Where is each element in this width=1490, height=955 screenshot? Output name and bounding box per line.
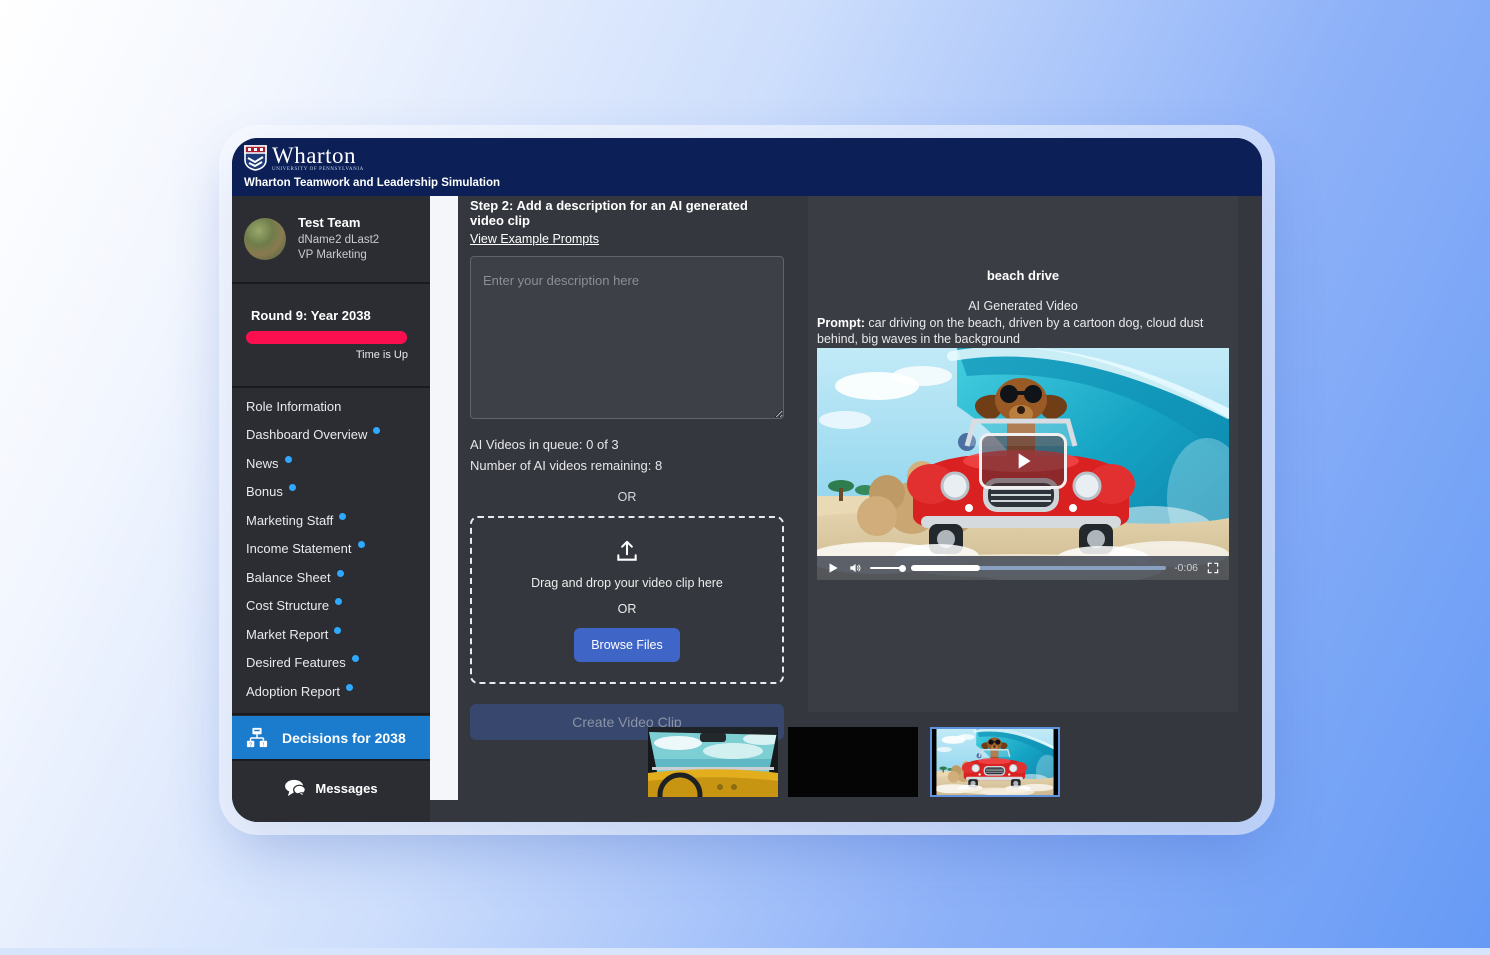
main-content: Step 2: Add a description for an AI gene… <box>458 196 1262 822</box>
video-player[interactable]: -0:06 <box>817 348 1229 580</box>
sidebar-item-bonus[interactable]: Bonus <box>232 478 430 507</box>
remaining-status: Number of AI videos remaining: 8 <box>470 458 784 473</box>
volume-icon[interactable] <box>848 561 862 575</box>
logo-wordmark: Wharton <box>272 145 364 167</box>
sidebar-item-cost-structure[interactable]: Cost Structure <box>232 592 430 621</box>
decisions-icon: ? ! <box>246 727 268 749</box>
view-example-prompts-link[interactable]: View Example Prompts <box>470 232 599 246</box>
sidebar-item-role-information[interactable]: Role Information <box>232 392 430 421</box>
round-info: Round 9: Year 2038 Time is Up <box>232 284 430 386</box>
play-overlay-button[interactable] <box>979 433 1067 489</box>
notification-dot-icon <box>373 427 380 434</box>
messages-label: Messages <box>315 781 377 796</box>
play-icon <box>1010 448 1036 474</box>
sidebar-item-label: Balance Sheet <box>246 570 331 585</box>
video-preview-panel: beach drive AI Generated Video Prompt: c… <box>808 196 1238 712</box>
team-name: Test Team <box>298 215 379 230</box>
volume-slider[interactable] <box>870 567 903 569</box>
wharton-logo: Wharton University of Pennsylvania <box>244 145 364 172</box>
scrollbar-track[interactable] <box>430 196 458 800</box>
description-input[interactable] <box>470 256 784 419</box>
sidebar-item-desired-features[interactable]: Desired Features <box>232 649 430 678</box>
timer-status: Time is Up <box>356 349 408 361</box>
play-button[interactable] <box>826 561 840 575</box>
sidebar-item-income-statement[interactable]: Income Statement <box>232 535 430 564</box>
wharton-shield-icon <box>244 145 267 171</box>
notification-dot-icon <box>358 541 365 548</box>
upload-icon <box>614 538 640 564</box>
notification-dot-icon <box>289 484 296 491</box>
sidebar-item-label: Income Statement <box>246 541 352 556</box>
bottom-strip <box>0 948 1490 955</box>
sidebar-item-label: Bonus <box>246 484 283 499</box>
beach-thumbnail-image <box>932 729 1058 795</box>
logo-wordmark-sub: University of Pennsylvania <box>272 167 364 172</box>
sidebar-item-label: News <box>246 456 279 471</box>
clip-thumbnail-dashboard[interactable] <box>648 727 778 797</box>
clip-subtitle: AI Generated Video <box>808 299 1238 313</box>
sidebar-item-messages[interactable]: Messages <box>232 768 430 808</box>
round-timer-fill <box>246 331 407 344</box>
video-dropzone[interactable]: Drag and drop your video clip here OR Br… <box>470 516 784 684</box>
seek-bar[interactable] <box>911 566 1166 570</box>
app-title: Wharton Teamwork and Leadership Simulati… <box>244 177 500 189</box>
prompt-label: Prompt: <box>817 316 865 330</box>
notification-dot-icon <box>339 513 346 520</box>
clip-prompt: Prompt: car driving on the beach, driven… <box>817 316 1229 347</box>
notification-dot-icon <box>334 627 341 634</box>
queue-status: AI Videos in queue: 0 of 3 <box>470 437 784 452</box>
decisions-label: Decisions for 2038 <box>282 730 406 746</box>
team-avatar <box>244 218 286 260</box>
sidebar-item-news[interactable]: News <box>232 449 430 478</box>
sidebar-item-label: Market Report <box>246 627 328 642</box>
sidebar-item-dashboard-overview[interactable]: Dashboard Overview <box>232 421 430 450</box>
sidebar-item-label: Adoption Report <box>246 684 340 699</box>
sidebar-item-adoption-report[interactable]: Adoption Report <box>232 677 430 706</box>
dropzone-or: OR <box>618 602 637 616</box>
round-label: Round 9: Year 2038 <box>251 308 371 323</box>
dashboard-thumbnail-image <box>648 727 778 797</box>
sidebar: Test Team dName2 dLast2 VP Marketing Rou… <box>232 196 430 822</box>
team-role: VP Marketing <box>298 248 379 263</box>
browse-files-button[interactable]: Browse Files <box>574 628 680 662</box>
clip-thumbnail-black[interactable] <box>788 727 918 797</box>
round-timer-bar <box>246 331 407 344</box>
seek-bar-played <box>911 565 980 571</box>
volume-thumb[interactable] <box>899 565 906 572</box>
sidebar-item-decisions[interactable]: ? ! Decisions for 2038 <box>232 716 430 759</box>
divider <box>232 386 430 388</box>
sidebar-item-marketing-staff[interactable]: Marketing Staff <box>232 506 430 535</box>
team-member: dName2 dLast2 <box>298 233 379 248</box>
time-remaining: -0:06 <box>1174 562 1198 574</box>
app-header: Wharton University of Pennsylvania Whart… <box>232 138 1262 196</box>
clip-title: beach drive <box>808 268 1238 283</box>
or-divider: OR <box>470 490 784 504</box>
svg-text:?: ? <box>249 742 252 748</box>
sidebar-item-label: Marketing Staff <box>246 513 333 528</box>
notification-dot-icon <box>337 570 344 577</box>
notification-dot-icon <box>285 456 292 463</box>
messages-icon <box>284 779 306 797</box>
sidebar-item-market-report[interactable]: Market Report <box>232 620 430 649</box>
sidebar-item-balance-sheet[interactable]: Balance Sheet <box>232 563 430 592</box>
sidebar-item-label: Dashboard Overview <box>246 427 367 442</box>
notification-dot-icon <box>352 655 359 662</box>
notification-dot-icon <box>335 598 342 605</box>
app-window: Wharton University of Pennsylvania Whart… <box>232 138 1262 822</box>
step-title: Step 2: Add a description for an AI gene… <box>470 198 784 228</box>
sidebar-item-label: Desired Features <box>246 655 346 670</box>
video-creation-column: Step 2: Add a description for an AI gene… <box>470 196 784 740</box>
video-controls: -0:06 <box>817 556 1229 580</box>
divider <box>232 713 430 715</box>
divider <box>232 759 430 761</box>
prompt-text: car driving on the beach, driven by a ca… <box>817 316 1203 346</box>
sidebar-item-label: Cost Structure <box>246 598 329 613</box>
sidebar-item-label: Role Information <box>246 399 341 414</box>
sidebar-menu: Role Information Dashboard Overview News Bo… <box>232 392 430 706</box>
dropzone-instruction: Drag and drop your video clip here <box>531 576 723 590</box>
clip-thumbnail-beach-drive-selected[interactable] <box>930 727 1060 797</box>
notification-dot-icon <box>346 684 353 691</box>
team-info: Test Team dName2 dLast2 VP Marketing <box>232 196 430 282</box>
fullscreen-icon[interactable] <box>1206 561 1220 575</box>
